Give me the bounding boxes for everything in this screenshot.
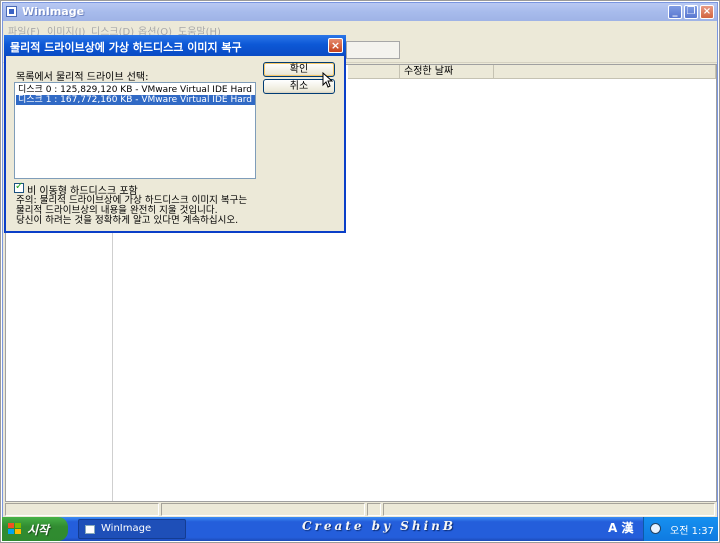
winimage-task-icon bbox=[85, 525, 95, 534]
window-title: WinImage bbox=[22, 5, 85, 18]
drive-list-item[interactable]: 디스크 0 : 125,829,120 KB - VMware Virtual … bbox=[16, 85, 255, 95]
network-icon[interactable] bbox=[650, 523, 661, 534]
status-cell-2 bbox=[161, 503, 365, 516]
column-header-blank[interactable] bbox=[348, 65, 400, 79]
include-fixed-disks-checkbox[interactable] bbox=[14, 181, 24, 193]
status-cell-3 bbox=[367, 503, 381, 516]
windows-logo-icon bbox=[8, 523, 21, 534]
restore-icon[interactable]: ❐ bbox=[684, 5, 698, 19]
taskbar: 시작 WinImage Create by ShinB A 漢 오전 1:37 bbox=[2, 517, 718, 541]
drive-listbox[interactable]: 디스크 0 : 125,829,120 KB - VMware Virtual … bbox=[14, 82, 256, 179]
warning-line: 당신이 하려는 것을 정확하게 알고 있다면 계속하십시오. bbox=[16, 215, 239, 226]
statusbar bbox=[3, 502, 717, 517]
mouse-pointer-icon bbox=[322, 72, 334, 88]
dialog-close-icon[interactable]: × bbox=[328, 38, 343, 53]
app-icon[interactable] bbox=[6, 6, 17, 17]
start-label: 시작 bbox=[27, 523, 50, 537]
clock[interactable]: 오전 1:37 bbox=[670, 522, 714, 537]
dialog-title: 물리적 드라이브상에 가상 하드디스크 이미지 복구 bbox=[10, 41, 242, 54]
ime-indicator[interactable]: A 漢 bbox=[608, 519, 633, 536]
dialog-titlebar: 물리적 드라이브상에 가상 하드디스크 이미지 복구 × bbox=[4, 35, 346, 56]
status-cell-1 bbox=[5, 503, 159, 516]
restore-dialog: 물리적 드라이브상에 가상 하드디스크 이미지 복구 × 목록에서 물리적 드라… bbox=[4, 35, 346, 233]
close-icon[interactable]: × bbox=[700, 5, 714, 19]
start-button[interactable]: 시작 bbox=[2, 517, 68, 541]
column-header-modified[interactable]: 수정한 날짜 bbox=[400, 65, 494, 79]
column-header-filler bbox=[494, 65, 716, 79]
minimize-icon[interactable]: _ bbox=[668, 5, 682, 19]
system-tray: 오전 1:37 bbox=[643, 517, 718, 541]
window-titlebar: WinImage _ ❐ × bbox=[3, 3, 717, 21]
drive-list-label: 목록에서 물리적 드라이브 선택: bbox=[16, 72, 149, 83]
status-cell-4 bbox=[383, 503, 715, 516]
path-field[interactable] bbox=[346, 41, 400, 59]
taskbar-button-winimage[interactable]: WinImage bbox=[78, 519, 186, 539]
drive-list-item-selected[interactable]: 디스크 1 : 167,772,160 KB - VMware Virtual … bbox=[16, 95, 255, 105]
watermark-text: Create by ShinB bbox=[302, 519, 456, 533]
taskbar-button-label: WinImage bbox=[101, 523, 152, 534]
